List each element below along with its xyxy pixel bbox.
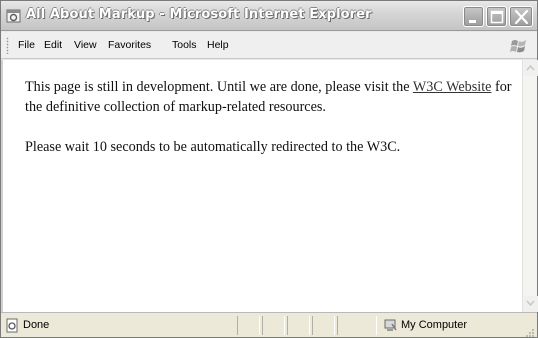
browser-window: All About Markup - Microsoft Internet Ex… <box>0 0 538 338</box>
windows-logo-icon <box>508 35 532 57</box>
intro-paragraph: This page is still in development. Until… <box>25 77 520 117</box>
menu-favorites[interactable]: Favorites <box>108 39 151 51</box>
menu-file[interactable]: File <box>18 39 35 51</box>
intro-text: This page is still in development. Until… <box>25 79 413 95</box>
minimize-button[interactable] <box>463 6 484 27</box>
document-body: This page is still in development. Until… <box>25 77 520 177</box>
window-title: All About Markup - Microsoft Internet Ex… <box>26 7 372 22</box>
toolbar-grip[interactable] <box>6 37 9 54</box>
status-panel <box>287 316 310 335</box>
w3c-website-link[interactable]: W3C Website <box>413 79 492 95</box>
vertical-scrollbar[interactable] <box>522 60 538 312</box>
menu-help[interactable]: Help <box>207 39 229 51</box>
status-text: Done <box>23 319 50 331</box>
status-panel <box>337 316 377 335</box>
scroll-up-button[interactable] <box>523 60 538 76</box>
redirect-notice: Please wait 10 seconds to be automatical… <box>25 139 401 155</box>
security-zone-label: My Computer <box>401 319 468 331</box>
menu-edit[interactable]: Edit <box>44 39 62 51</box>
status-panel <box>262 316 285 335</box>
chevron-up-icon <box>526 64 535 71</box>
minimize-icon <box>469 20 476 23</box>
chevron-down-icon <box>526 300 535 307</box>
page-content: This page is still in development. Until… <box>1 60 522 312</box>
status-panel <box>312 316 335 335</box>
title-bar[interactable]: All About Markup - Microsoft Internet Ex… <box>1 1 537 31</box>
menu-bar: File Edit View Favorites Tools Help <box>1 32 537 59</box>
menu-view[interactable]: View <box>74 39 97 51</box>
menu-tools[interactable]: Tools <box>172 39 197 51</box>
scroll-down-button[interactable] <box>523 296 538 312</box>
status-bar: Done My Computer <box>1 312 537 337</box>
page-done-icon <box>5 318 20 333</box>
close-icon <box>514 9 529 25</box>
resize-grip-icon[interactable] <box>523 323 535 337</box>
maximize-button[interactable] <box>486 6 507 27</box>
close-button[interactable] <box>509 6 533 27</box>
maximize-icon <box>490 10 504 24</box>
status-panel <box>237 316 260 335</box>
ie-app-icon[interactable] <box>6 8 22 24</box>
my-computer-icon[interactable] <box>383 318 398 333</box>
